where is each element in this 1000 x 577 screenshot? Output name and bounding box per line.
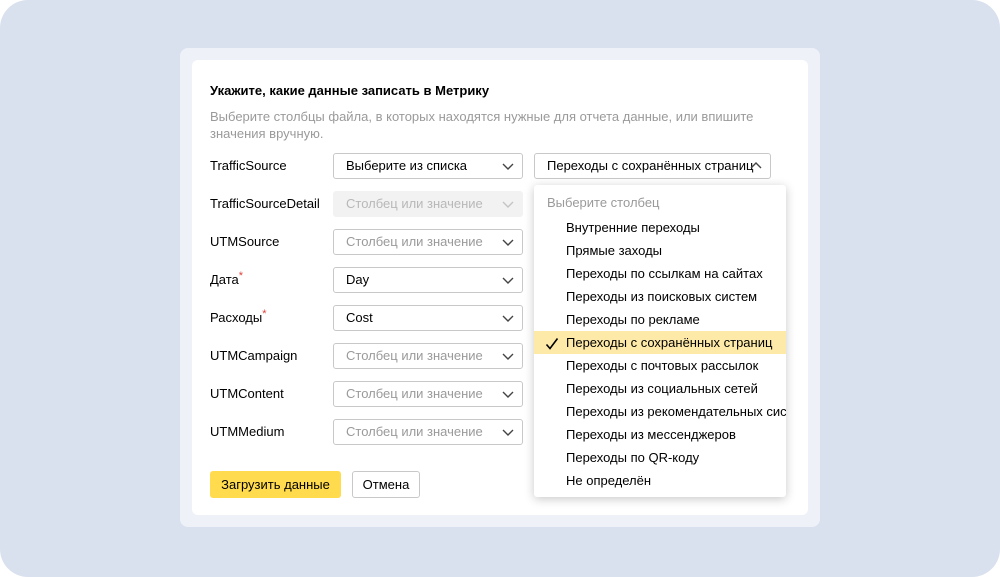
chevron-down-icon xyxy=(502,389,514,399)
dialog-description: Выберите столбцы файла, в которых находя… xyxy=(210,109,754,141)
chevron-down-icon xyxy=(502,237,514,247)
dropdown-menu: Выберите столбец Внутренние переходы Пря… xyxy=(534,185,786,497)
required-mark: * xyxy=(238,270,244,282)
date-select[interactable]: Day xyxy=(333,267,523,293)
chevron-down-icon xyxy=(502,275,514,285)
dropdown-item[interactable]: Внутренние переходы xyxy=(534,216,786,239)
chevron-up-icon xyxy=(750,161,762,171)
chevron-down-icon xyxy=(502,313,514,323)
dropdown-item[interactable]: Прямые заходы xyxy=(534,239,786,262)
dropdown-item-selected[interactable]: Переходы с сохранённых страниц xyxy=(534,331,786,354)
select-placeholder: Столбец или значение xyxy=(346,196,483,211)
traffic-source-value-select[interactable]: Переходы с сохранённых страниц xyxy=(534,153,771,179)
label-utm-campaign: UTMCampaign xyxy=(210,348,298,363)
label-expenses: Расходы* xyxy=(210,308,267,325)
chevron-down-icon xyxy=(502,351,514,361)
dropdown-item[interactable]: Переходы с почтовых рассылок xyxy=(534,354,786,377)
traffic-source-detail-select: Столбец или значение xyxy=(333,191,523,217)
upload-data-button[interactable]: Загрузить данные xyxy=(210,471,341,498)
utm-source-select[interactable]: Столбец или значение xyxy=(333,229,523,255)
expenses-select[interactable]: Cost xyxy=(333,305,523,331)
utm-campaign-select[interactable]: Столбец или значение xyxy=(333,343,523,369)
select-placeholder: Столбец или значение xyxy=(346,234,483,249)
select-placeholder: Столбец или значение xyxy=(346,348,483,363)
traffic-source-select[interactable]: Выберите из списка xyxy=(333,153,523,179)
select-value: Cost xyxy=(346,310,373,325)
label-utm-source: UTMSource xyxy=(210,234,280,249)
chevron-down-icon xyxy=(502,427,514,437)
cancel-button[interactable]: Отмена xyxy=(352,471,420,498)
label-date: Дата* xyxy=(210,270,244,287)
dropdown-header: Выберите столбец xyxy=(547,195,660,210)
select-placeholder: Столбец или значение xyxy=(346,386,483,401)
utm-content-select[interactable]: Столбец или значение xyxy=(333,381,523,407)
dropdown-item[interactable]: Переходы из поисковых систем xyxy=(534,285,786,308)
select-value: Выберите из списка xyxy=(346,158,468,173)
label-traffic-source: TrafficSource xyxy=(210,158,287,173)
dropdown-item[interactable]: Переходы из социальных сетей xyxy=(534,377,786,400)
dropdown-item[interactable]: Переходы из мессенджеров xyxy=(534,423,786,446)
label-utm-medium: UTMMedium xyxy=(210,424,285,439)
required-mark: * xyxy=(262,308,267,320)
select-placeholder: Столбец или значение xyxy=(346,424,483,439)
dropdown-item[interactable]: Переходы по QR-коду xyxy=(534,446,786,469)
select-value: Day xyxy=(346,272,370,287)
checkmark-icon xyxy=(545,335,559,354)
dropdown-item[interactable]: Переходы по ссылкам на сайтах xyxy=(534,262,786,285)
dropdown-item[interactable]: Переходы из рекомендательных систем xyxy=(534,400,786,423)
chevron-down-icon xyxy=(502,161,514,171)
label-traffic-source-detail: TrafficSourceDetail xyxy=(210,196,320,211)
select-value: Переходы с сохранённых страниц xyxy=(547,158,754,173)
dropdown-item[interactable]: Не определён xyxy=(534,469,786,492)
label-utm-content: UTMContent xyxy=(210,386,284,401)
chevron-down-icon xyxy=(502,199,514,209)
utm-medium-select[interactable]: Столбец или значение xyxy=(333,419,523,445)
dropdown-item[interactable]: Переходы по рекламе xyxy=(534,308,786,331)
dialog-title: Укажите, какие данные записать в Метрику xyxy=(210,83,490,98)
